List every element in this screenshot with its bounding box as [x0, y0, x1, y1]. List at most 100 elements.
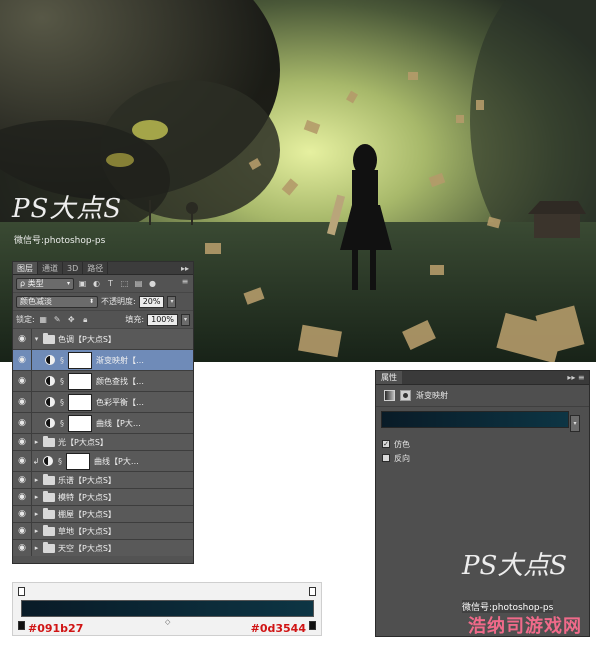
lock-brush-icon[interactable]: ✎ — [52, 315, 63, 325]
layers-panel-tabs: 图层 通道 3D 路径 ▸▸ ≡ — [13, 262, 193, 286]
tab-channels[interactable]: 通道 — [38, 262, 63, 274]
collapse-arrow-icon[interactable]: ▸ — [32, 510, 41, 518]
blend-row: 颜色减淡 ⬍ 不透明度: 20% ▾ — [13, 293, 193, 311]
left-color-hex: #091b27 — [28, 622, 84, 635]
blend-mode-select[interactable]: 颜色减淡 ⬍ — [16, 295, 98, 308]
gradient-map-icon[interactable] — [384, 390, 395, 401]
opacity-stop-left[interactable] — [18, 587, 25, 596]
folder-icon — [43, 473, 55, 485]
midpoint-marker[interactable]: ◇ — [165, 618, 170, 626]
layer-row[interactable]: ◉ ▸ 模特【P大点S】 — [13, 488, 193, 506]
link-chain-icon: § — [60, 376, 64, 386]
link-chain-icon: § — [58, 456, 62, 466]
visibility-eye-icon[interactable]: ◉ — [13, 540, 32, 556]
properties-panel-tabs: 属性 ▸▸ ≡ — [376, 371, 589, 385]
layer-row[interactable]: ◉ ▸ 棚屋【P大点S】 — [13, 505, 193, 523]
filter-row: ρ 类型 ▾ ▣ ◐ T ⬚ ▤ ● — [13, 275, 193, 293]
layer-row[interactable]: ◉ ▸ 光【P大点S】 — [13, 433, 193, 451]
layer-mask-thumbnail[interactable] — [68, 393, 92, 411]
fill-input[interactable]: 100% — [147, 313, 178, 326]
visibility-eye-icon[interactable]: ◉ — [13, 412, 32, 434]
visibility-eye-icon[interactable]: ◉ — [13, 450, 32, 472]
opacity-dropdown-icon[interactable]: ▾ — [167, 295, 177, 308]
panel-menu-icon[interactable]: ▸▸ ≡ — [563, 371, 589, 384]
gradient-dropdown-icon[interactable]: ▾ — [570, 415, 580, 432]
layer-name: 乐谱【P大点S】 — [58, 475, 116, 485]
lock-row: 锁定: ▦ ✎ ✥ 🔒︎ 填充: 100% ▾ — [13, 311, 193, 329]
folder-icon — [43, 435, 55, 447]
adjustment-filter-icon[interactable]: ◐ — [91, 279, 102, 289]
gradient-preview[interactable] — [381, 411, 569, 428]
lock-all-icon[interactable]: 🔒︎ — [80, 315, 91, 325]
visibility-eye-icon[interactable]: ◉ — [13, 433, 32, 451]
visibility-eye-icon[interactable]: ◉ — [13, 505, 32, 523]
chevron-down-icon: ▾ — [66, 279, 70, 287]
dither-checkbox[interactable]: ✓ — [382, 440, 390, 448]
layer-row[interactable]: ◉ ▸ 乐谱【P大点S】 — [13, 471, 193, 489]
layer-row[interactable]: ◉ ▸ 草地【P大点S】 — [13, 522, 193, 540]
folder-icon — [43, 541, 55, 553]
layer-row[interactable]: ◉ ↲ § 曲线【P大… — [13, 450, 193, 472]
collapse-arrow-icon[interactable]: ▸ — [32, 527, 41, 535]
expand-arrow-icon[interactable]: ▾ — [32, 335, 41, 343]
blend-mode-label: 颜色减淡 — [20, 296, 52, 306]
layers-panel: 图层 通道 3D 路径 ▸▸ ≡ ρ 类型 ▾ ▣ ◐ T ⬚ ▤ ● 颜色减淡 ⬍… — [12, 261, 194, 564]
adjustment-layer-icon — [45, 418, 55, 428]
layer-mask-thumbnail[interactable] — [68, 372, 92, 390]
layer-row-selected[interactable]: ◉ § 渐变映射【… — [13, 349, 193, 371]
panel-menu-icon[interactable]: ▸▸ ≡ — [177, 262, 193, 286]
layer-row[interactable]: ◉ § 色彩平衡【… — [13, 391, 193, 413]
collapse-arrow-icon[interactable]: ▸ — [32, 493, 41, 501]
properties-panel: 属性 ▸▸ ≡ 渐变映射 ▾ ✓ 仿色 反向 — [375, 370, 590, 637]
filter-type-select[interactable]: ρ 类型 ▾ — [16, 277, 74, 290]
visibility-eye-icon[interactable]: ◉ — [13, 488, 32, 506]
type-filter-icon[interactable]: T — [105, 279, 116, 289]
screenshot-root: PS大点S 微信号:photoshop-ps 图层 通道 3D 路径 ▸▸ ≡ … — [0, 0, 596, 647]
visibility-eye-icon[interactable]: ◉ — [13, 328, 32, 350]
collapse-arrow-icon[interactable]: ▸ — [32, 544, 41, 552]
layer-mask-thumbnail[interactable] — [68, 351, 92, 369]
visibility-eye-icon[interactable]: ◉ — [13, 391, 32, 413]
reverse-checkbox[interactable] — [382, 454, 390, 462]
properties-title: 渐变映射 — [416, 391, 448, 400]
layer-row[interactable]: ◉ ▾ 色调【P大点S】 — [13, 328, 193, 350]
image-filter-icon[interactable]: ▣ — [77, 279, 88, 289]
filter-toggle-icon[interactable]: ● — [147, 279, 158, 289]
visibility-eye-icon[interactable]: ◉ — [13, 349, 32, 371]
visibility-eye-icon[interactable]: ◉ — [13, 370, 32, 392]
link-chain-icon: § — [60, 418, 64, 428]
tab-layers[interactable]: 图层 — [13, 262, 38, 274]
collapse-arrow-icon[interactable]: ▸ — [32, 438, 41, 446]
visibility-eye-icon[interactable]: ◉ — [13, 471, 32, 489]
shape-filter-icon[interactable]: ⬚ — [119, 279, 130, 289]
layer-name: 色彩平衡【… — [96, 397, 144, 407]
dither-option[interactable]: ✓ 仿色 — [382, 437, 589, 451]
folder-icon — [43, 507, 55, 519]
fill-dropdown-icon[interactable]: ▾ — [181, 313, 190, 326]
tab-3d[interactable]: 3D — [63, 262, 84, 274]
lock-transparent-icon[interactable]: ▦ — [38, 315, 49, 325]
tab-properties[interactable]: 属性 — [376, 371, 402, 384]
opacity-input[interactable]: 20% — [138, 295, 165, 308]
smart-object-filter-icon[interactable]: ▤ — [133, 279, 144, 289]
layer-row[interactable]: ◉ § 颜色查找【… — [13, 370, 193, 392]
layer-row[interactable]: ◉ ▸ 天空【P大点S】 — [13, 540, 193, 556]
lock-move-icon[interactable]: ✥ — [66, 315, 77, 325]
color-stop-left[interactable] — [18, 621, 25, 630]
visibility-eye-icon[interactable]: ◉ — [13, 522, 32, 540]
opacity-stop-right[interactable] — [309, 587, 316, 596]
layer-mask-thumbnail[interactable] — [68, 414, 92, 432]
reverse-label: 反向 — [394, 453, 410, 463]
collapse-arrow-icon[interactable]: ▸ — [32, 476, 41, 484]
layer-name: 棚屋【P大点S】 — [58, 509, 116, 519]
layer-mask-thumbnail[interactable] — [66, 452, 90, 470]
layer-row[interactable]: ◉ § 曲线【P大… — [13, 412, 193, 434]
layer-name: 天空【P大点S】 — [58, 543, 116, 553]
color-stop-right[interactable] — [309, 621, 316, 630]
gradient-strip[interactable] — [21, 600, 314, 617]
mask-icon[interactable] — [400, 390, 411, 401]
fill-label: 填充: — [125, 315, 145, 324]
tab-paths[interactable]: 路径 — [83, 262, 109, 274]
link-chain-icon: § — [60, 355, 64, 365]
reverse-option[interactable]: 反向 — [382, 451, 589, 465]
